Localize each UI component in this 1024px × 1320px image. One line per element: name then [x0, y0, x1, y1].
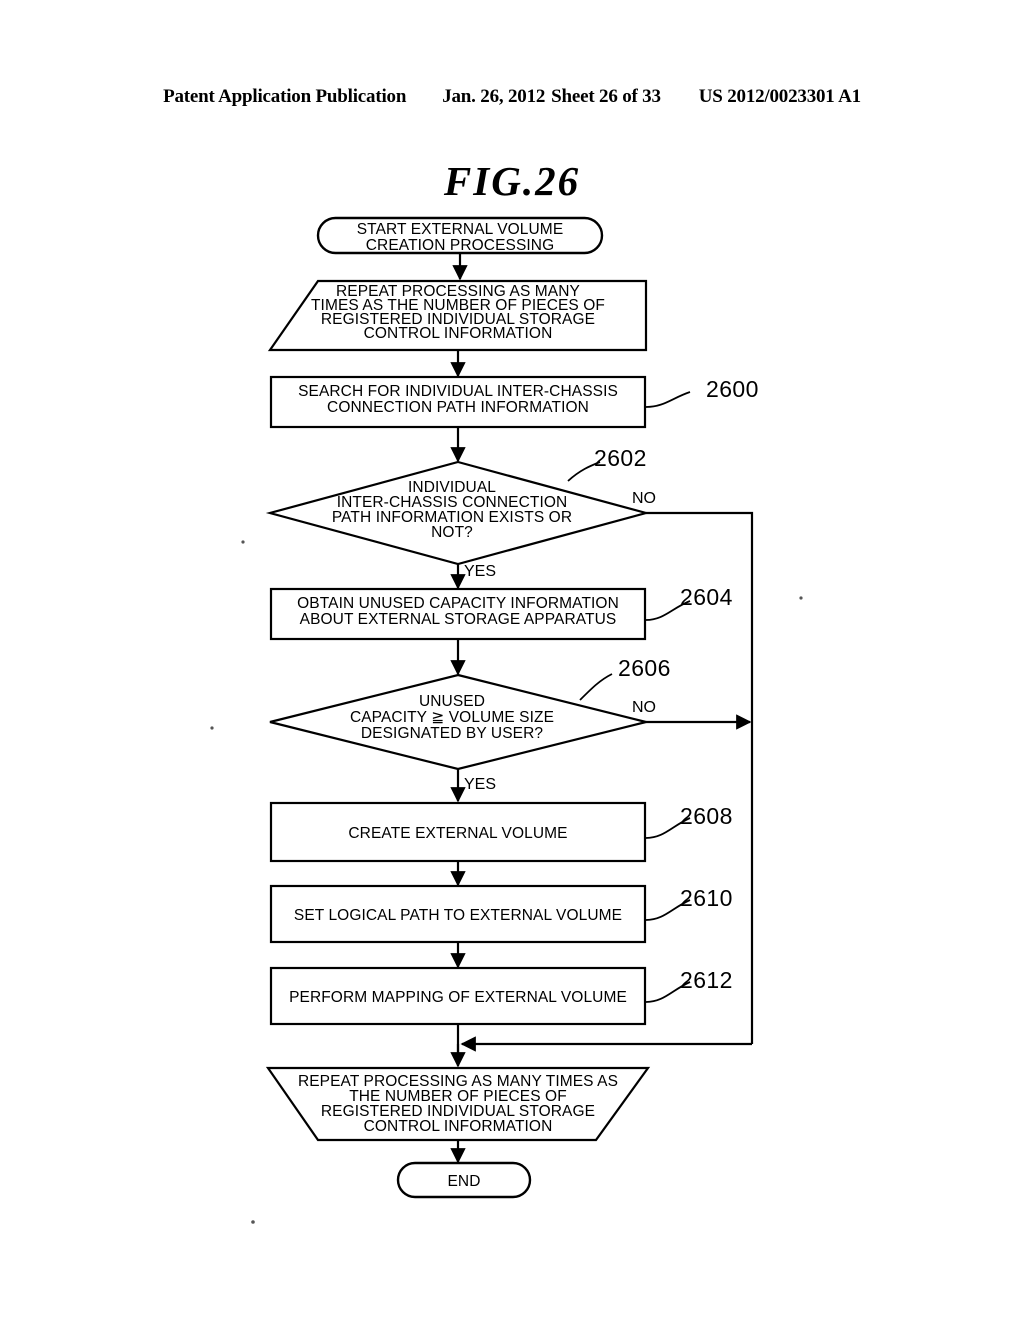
step-2604-line2: ABOUT EXTERNAL STORAGE APPARATUS — [300, 611, 617, 628]
step-2600-line1: SEARCH FOR INDIVIDUAL INTER-CHASSIS — [298, 383, 618, 400]
ref-number-2602: 2602 — [594, 445, 647, 471]
loop-end-line4: CONTROL INFORMATION — [364, 1118, 553, 1135]
process-box-2600: SEARCH FOR INDIVIDUAL INTER-CHASSIS CONN… — [269, 375, 647, 429]
loop-end-trapezoid: REPEAT PROCESSING AS MANY TIMES AS THE N… — [265, 1066, 651, 1142]
process-box-2604: OBTAIN UNUSED CAPACITY INFORMATION ABOUT… — [269, 587, 647, 641]
ref-number-2610: 2610 — [680, 885, 733, 911]
step-2610-line1: SET LOGICAL PATH TO EXTERNAL VOLUME — [294, 907, 622, 924]
start-terminator: START EXTERNAL VOLUME CREATION PROCESSIN… — [316, 216, 604, 255]
ref-number-2604: 2604 — [680, 584, 733, 610]
decision-diamond-2606: UNUSED CAPACITY ≧ VOLUME SIZE DESIGNATED… — [269, 673, 647, 771]
decision-2602-line4: NOT? — [431, 524, 473, 541]
step-2600-line2: CONNECTION PATH INFORMATION — [327, 399, 589, 416]
end-terminator: END — [396, 1161, 532, 1199]
loop-begin-line4: CONTROL INFORMATION — [364, 325, 553, 342]
scan-speck — [210, 726, 214, 730]
patent-figure-page: Patent Application Publication Jan. 26, … — [0, 0, 1024, 1320]
decision-2606-yes-label: YES — [464, 776, 496, 793]
step-2608-line1: CREATE EXTERNAL VOLUME — [348, 825, 567, 842]
start-terminator-line2: CREATION PROCESSING — [366, 237, 555, 254]
step-2604-line1: OBTAIN UNUSED CAPACITY INFORMATION — [297, 595, 619, 612]
ref-number-2608: 2608 — [680, 803, 733, 829]
decision-2606-line2: CAPACITY ≧ VOLUME SIZE — [350, 709, 554, 726]
decision-2606-line3: DESIGNATED BY USER? — [361, 725, 543, 742]
step-2612-line1: PERFORM MAPPING OF EXTERNAL VOLUME — [289, 989, 627, 1006]
decision-2602-yes-label: YES — [464, 563, 496, 580]
loop-begin-trapezoid: REPEAT PROCESSING AS MANY TIMES AS THE N… — [267, 279, 648, 352]
ref-number-2606: 2606 — [618, 655, 671, 681]
flowchart-diagram: START EXTERNAL VOLUME CREATION PROCESSIN… — [210, 216, 803, 1224]
scan-speck — [241, 540, 245, 544]
scan-speck — [251, 1220, 255, 1224]
process-box-2608: CREATE EXTERNAL VOLUME — [269, 801, 647, 863]
ref-number-2600: 2600 — [706, 376, 759, 402]
process-box-2612: PERFORM MAPPING OF EXTERNAL VOLUME — [269, 966, 647, 1026]
start-terminator-line1: START EXTERNAL VOLUME — [357, 221, 564, 238]
decision-2606-line1: UNUSED — [419, 693, 485, 710]
decision-2602-no-label: NO — [632, 490, 656, 507]
ref-number-2612: 2612 — [680, 967, 733, 993]
decision-2606-no-label: NO — [632, 699, 656, 716]
end-terminator-line1: END — [447, 1173, 480, 1190]
decision-diamond-2602: INDIVIDUAL INTER-CHASSIS CONNECTION PATH… — [265, 460, 651, 566]
process-box-2610: SET LOGICAL PATH TO EXTERNAL VOLUME — [269, 884, 647, 944]
scan-speck — [799, 596, 803, 600]
